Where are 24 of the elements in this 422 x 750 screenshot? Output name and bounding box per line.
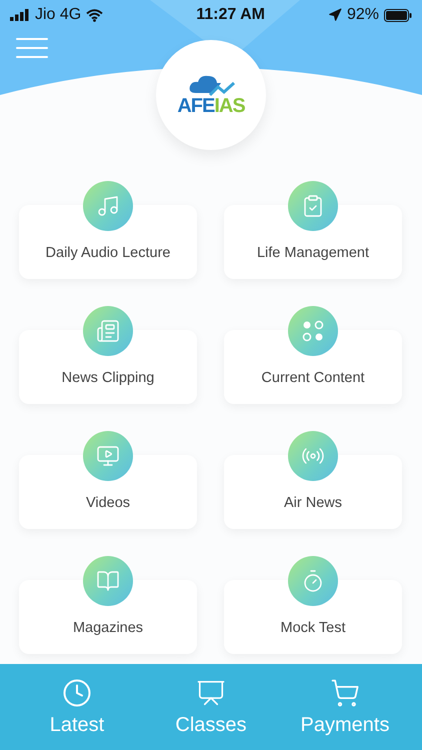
menu-button[interactable]: [16, 38, 48, 58]
cart-icon: [330, 678, 360, 708]
category-tile[interactable]: Daily Audio Lecture: [19, 205, 197, 279]
clock-icon: [62, 678, 92, 708]
signal-icon: [10, 9, 30, 21]
magazine-icon: [96, 569, 120, 593]
battery-percent: 92%: [346, 6, 379, 24]
play-icon: [96, 444, 120, 468]
music-note-icon: [96, 194, 120, 218]
category-tile[interactable]: Magazines: [19, 580, 197, 654]
category-tile[interactable]: Life Management: [224, 205, 402, 279]
clock-time: 11:27 AM: [196, 6, 265, 24]
wifi-icon: [86, 8, 104, 22]
logo-text: AFEIAS: [177, 94, 245, 118]
category-tile[interactable]: Mock Test: [224, 580, 402, 654]
location-icon: [328, 8, 342, 22]
battery-icon: [384, 8, 412, 22]
newspaper-icon: [96, 319, 120, 343]
carrier-text: Jio 4G: [35, 6, 82, 24]
four-dots-icon: [302, 320, 324, 342]
category-tile[interactable]: News Clipping: [19, 330, 197, 404]
category-tile[interactable]: Air News: [224, 455, 402, 529]
category-tile[interactable]: Current Content: [224, 330, 402, 404]
category-tile[interactable]: Videos: [19, 455, 197, 529]
